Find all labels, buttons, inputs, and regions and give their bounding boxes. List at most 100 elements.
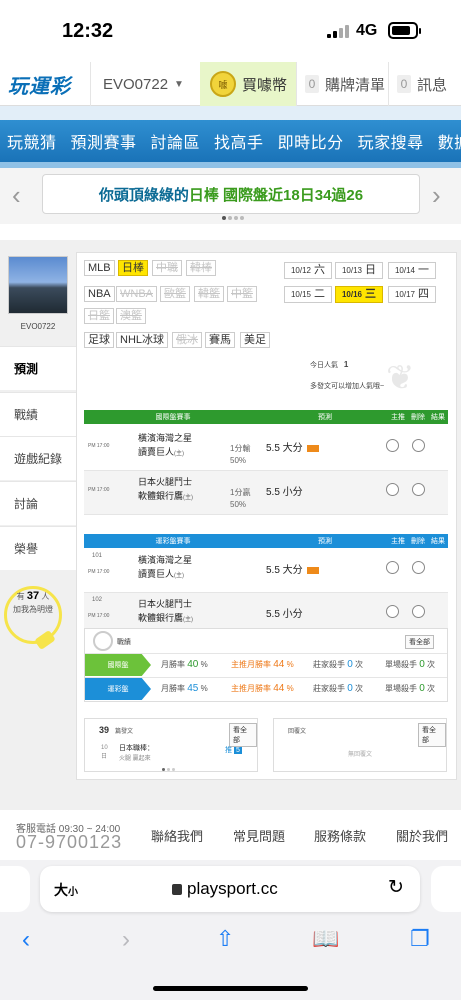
monthly-win-rate: 月勝率 40 % [161, 659, 208, 670]
league-chip[interactable]: MLB [84, 260, 115, 276]
menu-item-forum[interactable]: 討論區 [144, 129, 208, 153]
bookmarks-icon[interactable]: 📖 [312, 926, 339, 952]
home-team: 讀賣巨人(主) [138, 447, 185, 457]
tab-record[interactable]: 戰績 [0, 392, 76, 436]
single-killer: 單場殺手 0 次 [385, 683, 436, 694]
delete-radio[interactable] [412, 605, 425, 618]
back-icon[interactable]: ‹ [22, 926, 30, 954]
intl-table-header: 國際盤賽事 預測 主推 刪除 結果 [84, 410, 448, 424]
service-phone[interactable]: 07-9700123 [16, 832, 122, 853]
league-chip: 中職 [152, 260, 182, 276]
buy-coin-button[interactable]: 噱買噱幣 [200, 62, 296, 106]
date-button[interactable]: 10/12 六 [284, 262, 332, 279]
lottery-table-header: 運彩盤賽事 預測 主推 刪除 結果 [84, 534, 448, 548]
league-chip[interactable]: 美足 [240, 332, 270, 348]
league-chip[interactable]: NHL冰球 [116, 332, 169, 348]
league-chip[interactable]: NBA [84, 286, 115, 302]
previous-tab-card[interactable] [0, 866, 30, 912]
tab-predict[interactable]: 預測 [0, 346, 76, 390]
coin-icon: 噱 [210, 71, 236, 97]
url-text[interactable]: playsport.cc [172, 879, 278, 899]
post-title[interactable]: 日本職棒： [119, 743, 154, 753]
date-button[interactable]: 10/14 一 [388, 262, 436, 279]
flag-icon [306, 566, 319, 574]
game-number: 102 [92, 597, 103, 603]
menu-item-experts[interactable]: 找高手 [207, 129, 271, 153]
main-pick-radio[interactable] [386, 561, 399, 574]
chevron-down-icon: ▼ [174, 78, 184, 90]
marquee-banner[interactable]: 你頭頂綠綠的 日棒 國際盤近18日34過26 [42, 174, 420, 214]
menu-item-live-score[interactable]: 即時比分 [271, 129, 351, 153]
footer-link-about[interactable]: 關於我們 [396, 826, 448, 845]
posts-box: 39 篇發文 看全部 10 日 日本職棒： 火腿 贏起來 推5 [84, 718, 258, 772]
home-indicator [153, 986, 308, 991]
push-count: 推5 [225, 747, 242, 754]
footer-link-faq[interactable]: 常見問題 [233, 826, 285, 845]
game-row: PM 17:00 橫濱海灣之星 讀賣巨人(主) 1分輸 50% 5.5 大分 [84, 427, 448, 471]
menu-item-play[interactable]: 玩競猜 [0, 129, 64, 153]
menu-item-predict[interactable]: 預測賽事 [64, 129, 144, 153]
league-chip: WNBA [116, 286, 157, 302]
game-time: PM 17:00 [88, 487, 110, 493]
user-menu[interactable]: EVO0722 ▼ [90, 62, 200, 106]
date-button[interactable]: 10/16 三 [335, 286, 383, 303]
network-label: 4G [356, 22, 378, 39]
chevron-right-icon[interactable]: › [432, 180, 441, 211]
avatar[interactable] [8, 256, 68, 314]
tab-discussion[interactable]: 討論 [0, 481, 76, 525]
delete-radio[interactable] [412, 561, 425, 574]
bookie-killer: 莊家殺手 0 次 [313, 683, 364, 694]
site-logo[interactable]: 玩運彩 [8, 70, 78, 98]
messages-button[interactable]: 0 訊息 [388, 62, 461, 106]
buy-coin-label: 買噱幣 [242, 76, 288, 94]
game-time: PM 17:00 [88, 613, 110, 619]
handicap-line: 1分輸 [230, 444, 251, 453]
footer-link-terms[interactable]: 服務條款 [314, 826, 366, 845]
stats-title: 戰績 [117, 639, 131, 646]
post-count-label: 篇發文 [115, 729, 134, 735]
date-button[interactable]: 10/13 日 [335, 262, 383, 279]
main-pick-radio[interactable] [386, 483, 399, 496]
main-menu: 玩競猜 預測賽事 討論區 找高手 即時比分 玩家搜尋 數據 [0, 120, 461, 162]
posts-see-all-button[interactable]: 看全部 [229, 723, 257, 747]
league-chip[interactable]: 日棒 [118, 260, 148, 276]
footer-link-contact[interactable]: 聯絡我們 [151, 826, 203, 845]
carousel-dots [222, 216, 244, 220]
battery-icon [388, 22, 421, 39]
share-icon[interactable]: ⇧ [216, 926, 234, 952]
stats-see-all-button[interactable]: 看全部 [405, 635, 434, 649]
target-icon [93, 631, 113, 651]
main-win-rate: 主推月勝率 44 % [231, 659, 294, 670]
username: EVO0722 [103, 75, 169, 93]
main-pick-radio[interactable] [386, 439, 399, 452]
replies-see-all-button[interactable]: 看全部 [418, 723, 446, 747]
game-time: PM 17:00 [88, 569, 110, 575]
menu-item-player-search[interactable]: 玩家搜尋 [351, 129, 431, 153]
game-time: PM 17:00 [88, 443, 110, 449]
delete-radio[interactable] [412, 483, 425, 496]
tab-game-log[interactable]: 遊戲紀錄 [0, 436, 76, 480]
delete-radio[interactable] [412, 439, 425, 452]
posts-dots [162, 768, 175, 771]
main-pick-radio[interactable] [386, 605, 399, 618]
date-button[interactable]: 10/15 二 [284, 286, 332, 303]
stats-row: 國際盤 月勝率 40 % 主推月勝率 44 % 莊家殺手 0 次 單場殺手 0 次 [85, 653, 447, 676]
league-chip: 俄冰 [172, 332, 202, 348]
league-chip[interactable]: 賽馬 [205, 332, 235, 348]
tab-honor[interactable]: 榮譽 [0, 526, 76, 570]
text-size-button[interactable]: 大小 [54, 880, 78, 900]
date-button[interactable]: 10/17 四 [388, 286, 436, 303]
away-team: 日本火腿鬥士 [138, 599, 193, 609]
handicap-percent: 50% [230, 500, 247, 509]
league-chip[interactable]: 足球 [84, 332, 114, 348]
league-chip: 中籃 [227, 286, 257, 302]
follower-badge[interactable]: 有 37 人加我為明燈 [8, 590, 58, 628]
home-team: 軟體銀行鷹(主) [138, 613, 194, 623]
prediction-pick: 5.5 大分 [266, 439, 319, 454]
cart-button[interactable]: 0 購牌清單 [296, 62, 388, 106]
menu-item-data[interactable]: 數據 [431, 129, 461, 153]
tabs-icon[interactable]: ❐ [410, 926, 430, 952]
next-tab-card[interactable] [431, 866, 461, 912]
chevron-left-icon[interactable]: ‹ [12, 180, 21, 211]
reload-icon[interactable]: ↻ [388, 876, 404, 899]
